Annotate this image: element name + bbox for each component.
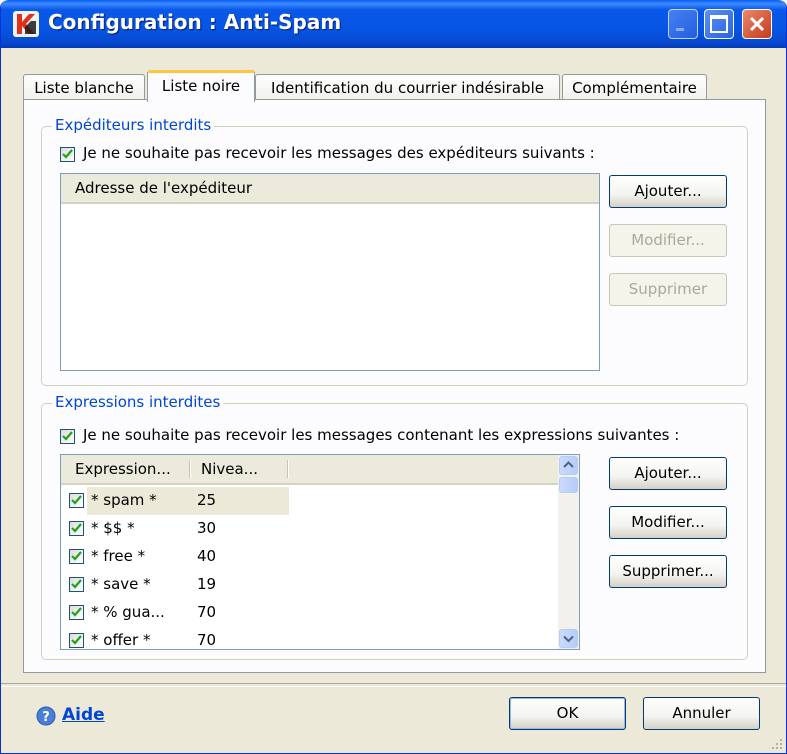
- group-expressions-interdites: Expressions interdites Je ne souhaite pa…: [41, 393, 748, 660]
- checkmark-icon: [62, 431, 73, 441]
- list-item[interactable]: * save * 19: [61, 571, 558, 599]
- svg-text:?: ?: [42, 710, 50, 725]
- level-cell: 25: [197, 491, 217, 509]
- footer-separator: [1, 683, 786, 687]
- tab-identification-courrier[interactable]: Identification du courrier indésirable: [255, 74, 560, 101]
- expression-cell: * offer *: [91, 631, 151, 649]
- level-cell: 70: [197, 603, 217, 621]
- checkmark-icon: [71, 495, 82, 505]
- expressions-add-button[interactable]: Ajouter...: [609, 457, 727, 490]
- group-title-expressions: Expressions interdites: [52, 393, 224, 411]
- column-header-expression[interactable]: Expression...: [61, 455, 189, 483]
- scroll-down-button[interactable]: [559, 629, 578, 648]
- list-item[interactable]: * % gua... 70: [61, 599, 558, 627]
- expressions-edit-button[interactable]: Modifier...: [609, 506, 727, 539]
- anti-spam-config-dialog: Configuration : Anti-Spam Liste blanche …: [0, 0, 787, 754]
- tab-page-liste-noire: Expéditeurs interdits Je ne souhaite pas…: [23, 99, 766, 673]
- column-header-sender-address[interactable]: Adresse de l'expéditeur: [61, 174, 599, 202]
- chevron-up-icon: [563, 461, 574, 468]
- expressions-block-checkbox-label[interactable]: Je ne souhaite pas recevoir les messages…: [83, 426, 679, 444]
- column-separator[interactable]: [287, 460, 289, 478]
- expression-cell: * free *: [91, 547, 146, 565]
- cancel-button[interactable]: Annuler: [643, 697, 760, 730]
- senders-list-header: Adresse de l'expéditeur: [61, 174, 599, 204]
- scroll-thumb[interactable]: [559, 477, 578, 493]
- senders-delete-button[interactable]: Supprimer: [609, 273, 727, 306]
- window-title: Configuration : Anti-Spam: [48, 10, 342, 34]
- help-icon[interactable]: ?: [36, 706, 56, 726]
- expressions-rows: * spam * 25 * $$ * 30 * free * 40 * save…: [61, 487, 558, 649]
- tab-complementaire[interactable]: Complémentaire: [562, 74, 707, 101]
- ok-button[interactable]: OK: [509, 697, 626, 730]
- scroll-up-button[interactable]: [559, 456, 578, 475]
- group-expediteurs-interdits: Expéditeurs interdits Je ne souhaite pas…: [41, 116, 748, 386]
- senders-block-checkbox[interactable]: [60, 147, 75, 162]
- resize-grip-icon[interactable]: [769, 736, 783, 750]
- level-cell: 70: [197, 631, 217, 649]
- checkmark-icon: [62, 149, 73, 159]
- expression-cell: * % gua...: [91, 603, 165, 621]
- checkmark-icon: [71, 635, 82, 645]
- row-checkbox[interactable]: [69, 605, 84, 620]
- senders-edit-button[interactable]: Modifier...: [609, 224, 727, 257]
- chevron-down-icon: [563, 635, 574, 643]
- minimize-button[interactable]: [668, 9, 698, 39]
- maximize-button[interactable]: [704, 9, 734, 39]
- checkmark-icon: [71, 579, 82, 589]
- checkmark-icon: [71, 523, 82, 533]
- senders-add-button[interactable]: Ajouter...: [609, 175, 727, 208]
- kaspersky-app-icon: [13, 11, 39, 37]
- level-cell: 40: [197, 547, 217, 565]
- vertical-scrollbar[interactable]: [558, 455, 579, 649]
- list-item[interactable]: * $$ * 30: [61, 515, 558, 543]
- list-item[interactable]: * spam * 25: [61, 487, 558, 515]
- row-checkbox[interactable]: [69, 577, 84, 592]
- tab-liste-noire[interactable]: Liste noire: [147, 70, 255, 102]
- expressions-list-header: Expression... Nivea...: [61, 455, 558, 485]
- title-bar[interactable]: Configuration : Anti-Spam: [1, 0, 786, 48]
- list-item[interactable]: * offer * 70: [61, 627, 558, 649]
- list-item[interactable]: * free * 40: [61, 543, 558, 571]
- expressions-list[interactable]: Expression... Nivea... * spam * 25 * $$ …: [60, 454, 580, 650]
- checkmark-icon: [71, 551, 82, 561]
- column-header-level[interactable]: Nivea...: [191, 455, 286, 483]
- senders-block-checkbox-label[interactable]: Je ne souhaite pas recevoir les messages…: [83, 144, 595, 162]
- expressions-delete-button[interactable]: Supprimer...: [609, 555, 727, 588]
- minimize-icon: [676, 28, 684, 31]
- row-checkbox[interactable]: [69, 493, 84, 508]
- level-cell: 30: [197, 519, 217, 537]
- expressions-block-checkbox[interactable]: [60, 429, 75, 444]
- maximize-icon: [710, 15, 728, 33]
- group-title-expediteurs: Expéditeurs interdits: [52, 116, 215, 134]
- level-cell: 19: [197, 575, 217, 593]
- checkmark-icon: [71, 607, 82, 617]
- row-checkbox[interactable]: [69, 521, 84, 536]
- close-icon: [749, 16, 765, 32]
- senders-list[interactable]: Adresse de l'expéditeur: [60, 173, 600, 371]
- row-checkbox[interactable]: [69, 633, 84, 648]
- expression-cell: * $$ *: [91, 519, 135, 537]
- tab-liste-blanche[interactable]: Liste blanche: [23, 74, 145, 101]
- expression-cell: * spam *: [91, 491, 157, 509]
- close-button[interactable]: [742, 9, 772, 39]
- row-checkbox[interactable]: [69, 549, 84, 564]
- expression-cell: * save *: [91, 575, 151, 593]
- help-link[interactable]: Aide: [62, 705, 105, 725]
